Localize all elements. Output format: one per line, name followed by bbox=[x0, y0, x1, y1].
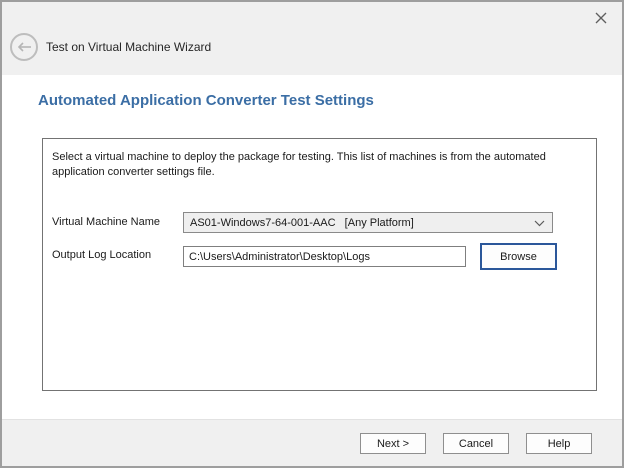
cancel-button[interactable]: Cancel bbox=[443, 433, 509, 454]
help-button[interactable]: Help bbox=[526, 433, 592, 454]
next-button[interactable]: Next > bbox=[360, 433, 426, 454]
wizard-window: Test on Virtual Machine Wizard Automated… bbox=[0, 0, 624, 468]
back-arrow-icon bbox=[17, 42, 32, 52]
description-text: Select a virtual machine to deploy the p… bbox=[52, 150, 586, 180]
vm-name-label: Virtual Machine Name bbox=[52, 216, 160, 228]
title-bar: Test on Virtual Machine Wizard bbox=[2, 2, 622, 75]
output-log-label: Output Log Location bbox=[52, 249, 151, 261]
output-log-input[interactable] bbox=[183, 246, 466, 267]
content-area: Automated Application Converter Test Set… bbox=[2, 75, 622, 419]
page-title: Automated Application Converter Test Set… bbox=[38, 92, 374, 109]
window-title: Test on Virtual Machine Wizard bbox=[46, 40, 211, 54]
back-button[interactable] bbox=[10, 33, 38, 61]
settings-group-box: Select a virtual machine to deploy the p… bbox=[42, 138, 597, 391]
close-button[interactable] bbox=[590, 7, 612, 29]
button-bar: Next > Cancel Help bbox=[2, 419, 622, 466]
chevron-down-icon bbox=[534, 220, 545, 227]
vm-name-select[interactable]: AS01-Windows7-64-001-AAC [Any Platform] bbox=[183, 212, 553, 233]
browse-button[interactable]: Browse bbox=[480, 243, 557, 270]
vm-name-selected-value: AS01-Windows7-64-001-AAC [Any Platform] bbox=[190, 217, 414, 229]
close-icon bbox=[595, 12, 607, 24]
